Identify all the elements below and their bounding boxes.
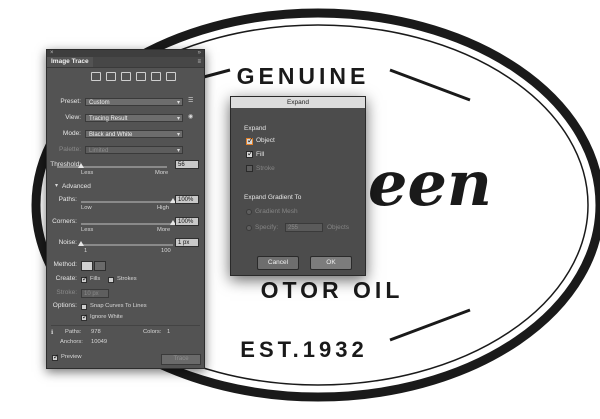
object-label: Object xyxy=(256,137,275,144)
ignore-white-checkbox[interactable] xyxy=(81,313,88,321)
threshold-slider-thumb[interactable] xyxy=(78,163,85,168)
preset-dropdown[interactable]: Custom xyxy=(85,98,183,107)
paths-slider[interactable] xyxy=(81,201,173,203)
noise-min-label: 1 xyxy=(84,248,88,254)
logo-bottom-text: OTOR OIL xyxy=(261,277,404,303)
paths-count-label: Paths: xyxy=(65,329,82,335)
cancel-button[interactable]: Cancel xyxy=(257,256,299,270)
tab-image-trace[interactable]: Image Trace xyxy=(47,57,93,67)
stroke-input: 10 px xyxy=(81,289,109,298)
colors-count-value: 1 xyxy=(167,329,171,335)
close-icon[interactable]: × xyxy=(50,50,54,57)
eye-icon[interactable]: ◉ xyxy=(188,114,193,120)
ignore-white-label: Ignore White xyxy=(90,314,123,320)
fills-label: Fills xyxy=(90,276,101,282)
colors-count-label: Colors: xyxy=(143,329,162,335)
snap-curves-checkbox[interactable] xyxy=(81,304,87,310)
collapse-icon[interactable]: » xyxy=(198,50,201,57)
view-dropdown[interactable]: Tracing Result xyxy=(85,114,183,123)
preview-label: Preview xyxy=(61,354,82,360)
ok-button[interactable]: OK xyxy=(310,256,352,270)
image-trace-panel: × » Image Trace ≡ Preset: Custom ☰ View:… xyxy=(46,49,205,369)
corners-input[interactable]: 100% xyxy=(175,217,199,226)
gradient-heading: Expand Gradient To xyxy=(244,194,302,201)
paths-input[interactable]: 100% xyxy=(175,195,199,204)
noise-slider[interactable] xyxy=(81,244,173,246)
noise-input[interactable]: 1 px xyxy=(175,238,199,247)
create-label: Create: xyxy=(55,275,77,282)
fill-checkbox[interactable] xyxy=(246,149,254,158)
trace-button: Trace xyxy=(161,354,201,365)
options-label: Options: xyxy=(52,302,77,309)
paths-max-label: High xyxy=(157,205,169,211)
abutting-method-icon[interactable] xyxy=(81,261,93,271)
corners-max-label: More xyxy=(157,227,171,233)
fills-checkbox[interactable] xyxy=(81,275,88,283)
mode-label: Mode: xyxy=(62,130,81,137)
preset-icon-bar xyxy=(91,72,181,82)
expand-dialog: Expand Expand Object Fill Stroke Expand … xyxy=(230,96,366,276)
preset-label: Preset: xyxy=(60,98,81,105)
anchors-count-label: Anchors: xyxy=(60,339,83,345)
stroke-checkbox xyxy=(246,165,253,172)
corners-min-label: Less xyxy=(81,227,94,233)
corners-slider[interactable] xyxy=(81,223,173,225)
paths-count-value: 978 xyxy=(91,329,101,335)
anchors-count-value: 10049 xyxy=(91,339,108,345)
black-white-icon[interactable] xyxy=(151,72,161,81)
mode-dropdown[interactable]: Black and White xyxy=(85,130,183,139)
threshold-max-label: More xyxy=(155,170,169,176)
objects-label: Objects xyxy=(327,224,350,231)
logo-script-text: een xyxy=(368,147,492,220)
panel-top-strip: × » xyxy=(47,50,204,57)
divider xyxy=(51,325,200,326)
specify-label: Specify: xyxy=(255,224,279,231)
dialog-title: Expand xyxy=(231,97,365,108)
palette-label: Palette: xyxy=(58,146,81,153)
paths-label: Paths: xyxy=(58,196,77,203)
stroke-label: Stroke: xyxy=(56,289,77,296)
panel-tab-row: Image Trace ≡ xyxy=(47,57,204,68)
threshold-input[interactable]: 56 xyxy=(175,160,199,169)
overlapping-method-icon[interactable] xyxy=(94,261,106,271)
corners-label: Corners: xyxy=(52,218,77,225)
threshold-slider[interactable] xyxy=(57,166,167,168)
panel-menu-icon[interactable]: ≡ xyxy=(197,57,201,67)
grayscale-icon[interactable] xyxy=(136,72,146,81)
high-color-icon[interactable] xyxy=(106,72,116,81)
logo-established-text: EST.1932 xyxy=(240,337,367,362)
noise-label: Noise: xyxy=(58,239,77,246)
gradient-mesh-radio xyxy=(246,209,252,215)
strokes-label: Strokes xyxy=(117,276,137,282)
preview-checkbox[interactable] xyxy=(52,353,59,361)
gradient-mesh-label: Gradient Mesh xyxy=(255,208,298,215)
method-label: Method: xyxy=(53,261,78,268)
object-checkbox[interactable] xyxy=(246,136,254,145)
low-color-icon[interactable] xyxy=(121,72,131,81)
specify-radio xyxy=(246,225,252,231)
snap-curves-label: Snap Curves To Lines xyxy=(90,303,147,309)
noise-slider-thumb[interactable] xyxy=(78,241,84,246)
outline-icon[interactable] xyxy=(166,72,176,81)
info-icon: ℹ xyxy=(51,330,54,336)
fill-label: Fill xyxy=(256,151,265,158)
palette-dropdown: Limited xyxy=(85,146,183,155)
preset-list-icon[interactable]: ☰ xyxy=(188,98,193,104)
view-label: View: xyxy=(65,114,81,121)
paths-min-label: Low xyxy=(81,205,92,211)
logo-top-text: GENUINE xyxy=(237,63,370,89)
advanced-disclosure-icon[interactable]: ▾ xyxy=(55,183,58,189)
stroke-label: Stroke xyxy=(256,165,275,172)
threshold-min-label: Less xyxy=(81,170,94,176)
noise-max-label: 100 xyxy=(161,248,171,254)
specify-input: 255 xyxy=(285,223,323,232)
advanced-label[interactable]: Advanced xyxy=(62,183,91,190)
expand-heading: Expand xyxy=(244,125,267,132)
strokes-checkbox[interactable] xyxy=(108,277,114,283)
auto-color-icon[interactable] xyxy=(91,72,101,81)
